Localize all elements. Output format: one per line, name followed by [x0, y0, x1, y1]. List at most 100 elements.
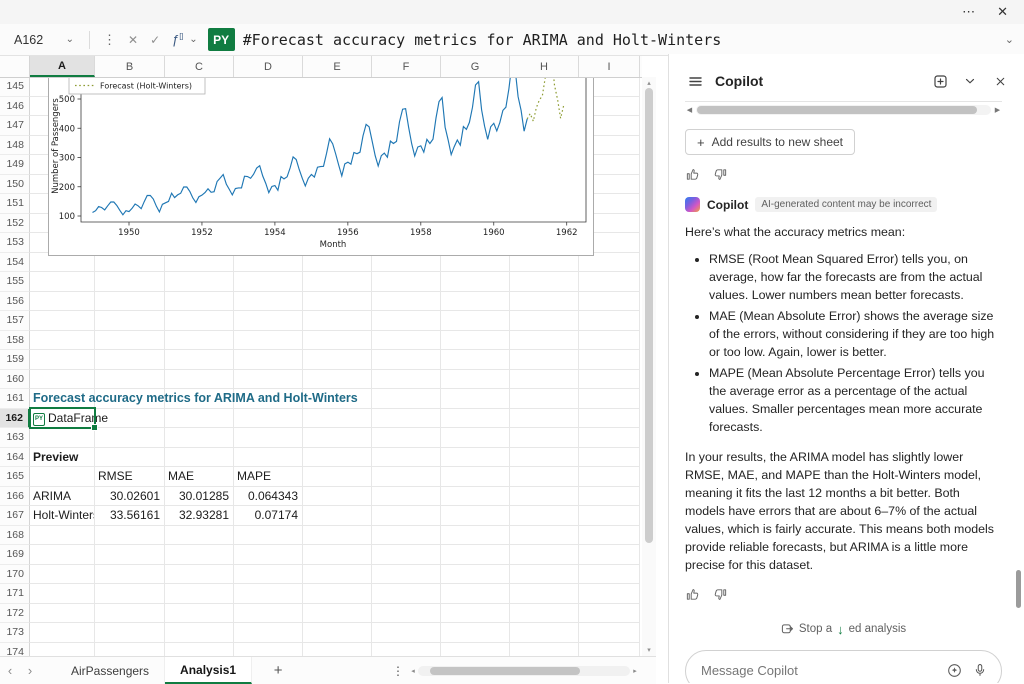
cell-B170[interactable]: [95, 565, 165, 585]
cell-I161[interactable]: [579, 389, 640, 409]
cell-A171[interactable]: [30, 584, 95, 604]
cell-H158[interactable]: [510, 331, 579, 351]
cell-F169[interactable]: [372, 545, 441, 565]
cell-G174[interactable]: [441, 643, 510, 657]
column-header-B[interactable]: B: [95, 56, 165, 77]
cell-B159[interactable]: [95, 350, 165, 370]
cell-H167[interactable]: [510, 506, 579, 526]
cell-H161[interactable]: [510, 389, 579, 409]
row-header-151[interactable]: 151: [0, 194, 30, 214]
scroll-left-icon[interactable]: ◂: [408, 667, 418, 675]
cell-C163[interactable]: [165, 428, 234, 448]
cell-F165[interactable]: [372, 467, 441, 487]
cell-I163[interactable]: [579, 428, 640, 448]
cell-C155[interactable]: [165, 272, 234, 292]
cell-D169[interactable]: [234, 545, 303, 565]
row-header-161[interactable]: 161: [0, 389, 30, 409]
scrollbar-thumb[interactable]: [645, 88, 653, 543]
cell-H174[interactable]: [510, 643, 579, 657]
sheet-nav-back-icon[interactable]: ‹: [0, 663, 20, 678]
row-header-174[interactable]: 174: [0, 643, 30, 657]
cell-I157[interactable]: [579, 311, 640, 331]
cell-F159[interactable]: [372, 350, 441, 370]
cell-B164[interactable]: [95, 448, 165, 468]
cell-F167[interactable]: [372, 506, 441, 526]
row-header-156[interactable]: 156: [0, 292, 30, 312]
scrollbar-track[interactable]: [696, 105, 991, 115]
scroll-down-icon[interactable]: ▾: [642, 646, 656, 654]
cell-C164[interactable]: [165, 448, 234, 468]
cell-G157[interactable]: [441, 311, 510, 331]
row-header-160[interactable]: 160: [0, 370, 30, 390]
thumbs-down-icon[interactable]: [713, 167, 728, 182]
cell-A173[interactable]: [30, 623, 95, 643]
cell-E167[interactable]: [303, 506, 372, 526]
cell-B160[interactable]: [95, 370, 165, 390]
embedded-chart[interactable]: 1002003004005001950195219541956195819601…: [48, 77, 594, 256]
column-header-E[interactable]: E: [303, 56, 372, 77]
cell-C156[interactable]: [165, 292, 234, 312]
cell-A157[interactable]: [30, 311, 95, 331]
scroll-up-icon[interactable]: ▴: [642, 79, 656, 87]
cell-D162[interactable]: [234, 409, 303, 429]
cell-F163[interactable]: [372, 428, 441, 448]
add-sheet-button[interactable]: +: [268, 662, 288, 679]
row-header-155[interactable]: 155: [0, 272, 30, 292]
column-header-C[interactable]: C: [165, 56, 234, 77]
cell-A174[interactable]: [30, 643, 95, 657]
row-header-159[interactable]: 159: [0, 350, 30, 370]
grid-horizontal-scrollbar[interactable]: ◂ ▸: [408, 665, 640, 676]
cell-F172[interactable]: [372, 604, 441, 624]
formula-bar-expand-icon[interactable]: ⌄: [1005, 33, 1014, 46]
grid-vertical-scrollbar[interactable]: ▴ ▾: [642, 77, 656, 656]
copilot-scrollbar[interactable]: [1016, 570, 1021, 608]
cell-E168[interactable]: [303, 526, 372, 546]
cell-H166[interactable]: [510, 487, 579, 507]
cell-D159[interactable]: [234, 350, 303, 370]
cell-E169[interactable]: [303, 545, 372, 565]
cell-C171[interactable]: [165, 584, 234, 604]
function-chevron-icon[interactable]: ⌄: [189, 34, 197, 45]
cell-F170[interactable]: [372, 565, 441, 585]
cell-E155[interactable]: [303, 272, 372, 292]
cell-G170[interactable]: [441, 565, 510, 585]
cell-A168[interactable]: [30, 526, 95, 546]
hamburger-menu-icon[interactable]: [685, 71, 705, 91]
row-header-171[interactable]: 171: [0, 584, 30, 604]
cell-F166[interactable]: [372, 487, 441, 507]
cell-I167[interactable]: [579, 506, 640, 526]
column-header-D[interactable]: D: [234, 56, 303, 77]
cell-E166[interactable]: [303, 487, 372, 507]
cell-I156[interactable]: [579, 292, 640, 312]
row-header-158[interactable]: 158: [0, 331, 30, 351]
cell-F158[interactable]: [372, 331, 441, 351]
close-pane-icon[interactable]: [990, 71, 1010, 91]
cell-B157[interactable]: [95, 311, 165, 331]
cell-B169[interactable]: [95, 545, 165, 565]
cell-G163[interactable]: [441, 428, 510, 448]
row-header-145[interactable]: 145: [0, 77, 30, 97]
cell-H162[interactable]: [510, 409, 579, 429]
cell-A159[interactable]: [30, 350, 95, 370]
cell-H173[interactable]: [510, 623, 579, 643]
row-header-157[interactable]: 157: [0, 311, 30, 331]
kebab-icon[interactable]: ⋮: [103, 32, 116, 48]
row-header-170[interactable]: 170: [0, 565, 30, 585]
cell-G156[interactable]: [441, 292, 510, 312]
cell-D157[interactable]: [234, 311, 303, 331]
scroll-right-icon[interactable]: ▸: [630, 667, 640, 675]
cancel-icon[interactable]: ✕: [128, 33, 138, 47]
cell-D155[interactable]: [234, 272, 303, 292]
sheet-kebab-icon[interactable]: ⋮: [392, 664, 404, 678]
cell-F155[interactable]: [372, 272, 441, 292]
cell-G165[interactable]: [441, 467, 510, 487]
cell-D174[interactable]: [234, 643, 303, 657]
cell-B156[interactable]: [95, 292, 165, 312]
cell-H170[interactable]: [510, 565, 579, 585]
cell-G166[interactable]: [441, 487, 510, 507]
cell-I174[interactable]: [579, 643, 640, 657]
row-header-154[interactable]: 154: [0, 253, 30, 273]
cell-A163[interactable]: [30, 428, 95, 448]
cell-H155[interactable]: [510, 272, 579, 292]
spreadsheet-grid[interactable]: 1002003004005001950195219541956195819601…: [0, 77, 642, 656]
